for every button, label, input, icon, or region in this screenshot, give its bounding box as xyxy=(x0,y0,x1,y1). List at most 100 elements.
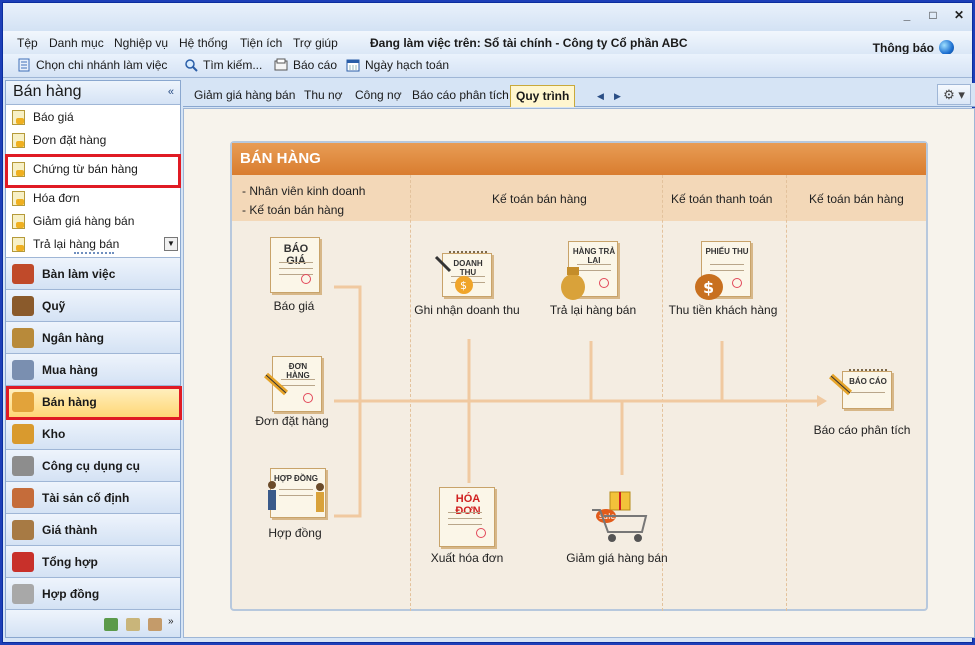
invoice-step-icon[interactable]: HÓA ĐƠN xyxy=(439,487,495,547)
shortcut-icon[interactable] xyxy=(104,618,118,631)
menu-file[interactable]: Tệp xyxy=(17,36,38,50)
shortcut-icon[interactable] xyxy=(126,618,140,631)
collapse-icon[interactable]: « xyxy=(168,86,174,98)
shopping-cart-icon[interactable]: sale xyxy=(588,488,650,546)
app-window: _ □ ✕ Tệp Danh mục Nghiệp vụ Hệ thống Ti… xyxy=(2,2,975,643)
module-desk[interactable]: Bàn làm việc xyxy=(6,257,180,289)
tab-next-icon[interactable]: ▶ xyxy=(614,91,621,102)
doc-line xyxy=(448,524,482,525)
splitter-grip[interactable] xyxy=(74,252,114,256)
sidebar-item-quote[interactable]: Báo giá xyxy=(12,108,74,126)
menu-operations[interactable]: Nghiệp vụ xyxy=(114,36,168,50)
module-sales[interactable]: Bán hàng xyxy=(6,385,182,420)
contract-icon xyxy=(12,583,34,604)
globe-icon[interactable] xyxy=(939,40,954,55)
stamp-icon xyxy=(476,528,486,538)
step-analysis-label[interactable]: Báo cáo phân tích xyxy=(812,423,912,437)
module-cost[interactable]: Giá thành xyxy=(6,513,180,545)
report-label: Báo cáo xyxy=(293,58,338,72)
tab-prev-icon[interactable]: ◀ xyxy=(597,91,604,102)
posting-date-label: Ngày hạch toán xyxy=(365,58,450,72)
menu-help[interactable]: Trợ giúp xyxy=(293,36,338,50)
doc-title: HÓA ĐƠN xyxy=(455,493,481,517)
settings-button[interactable]: ⚙ ▾ xyxy=(937,84,971,105)
tab-discount[interactable]: Giảm giá hàng bán xyxy=(189,85,300,107)
sidebar-item-returns[interactable]: Trả lại hàng bán xyxy=(12,235,119,253)
search-button[interactable]: Tìm kiếm... xyxy=(184,58,262,72)
doc-line xyxy=(279,262,313,263)
sidebar-item-label: Giảm giá hàng bán xyxy=(33,214,135,228)
module-label: Giá thành xyxy=(42,522,98,537)
module-label: Quỹ xyxy=(42,298,66,313)
sidebar-item-order[interactable]: Đơn đặt hàng xyxy=(12,131,106,149)
purchase-icon xyxy=(12,359,34,380)
posting-date-button[interactable]: Ngày hạch toán xyxy=(346,58,449,72)
maximize-icon[interactable]: □ xyxy=(926,8,940,22)
module-bank[interactable]: Ngân hàng xyxy=(6,321,180,353)
module-label: Ngân hàng xyxy=(42,330,104,345)
tab-analysis[interactable]: Báo cáo phân tích xyxy=(407,85,514,107)
menu-bar: Tệp Danh mục Nghiệp vụ Hệ thống Tiện ích… xyxy=(3,31,972,54)
sidebar-item-discount[interactable]: Giảm giá hàng bán xyxy=(12,212,134,230)
sidebar-footer: » xyxy=(6,609,180,637)
minimize-icon[interactable]: _ xyxy=(900,8,914,22)
title-bar: _ □ ✕ xyxy=(3,3,972,31)
process-content: BÁN HÀNG - Nhân viên kinh doanh - Kế toá… xyxy=(183,108,975,638)
close-icon[interactable]: ✕ xyxy=(952,8,966,22)
sidebar-item-invoice[interactable]: Hóa đơn xyxy=(12,189,80,207)
shortcut-icon[interactable] xyxy=(148,618,162,631)
document-icon xyxy=(12,213,25,229)
stamp-icon xyxy=(301,274,311,284)
step-receipt-label[interactable]: Thu tiền khách hàng xyxy=(668,303,778,317)
bank-icon xyxy=(12,327,34,348)
stamp-icon xyxy=(732,278,742,288)
menu-utilities[interactable]: Tiện ích xyxy=(240,36,282,50)
doc-title: HÀNG TRẢ LẠI xyxy=(572,247,616,265)
stamp-icon xyxy=(303,393,313,403)
step-quote-label[interactable]: Báo giá xyxy=(254,299,334,313)
desk-icon xyxy=(12,263,34,284)
module-contract[interactable]: Hợp đồng xyxy=(6,577,180,609)
module-warehouse[interactable]: Kho xyxy=(6,417,180,449)
menu-catalog[interactable]: Danh mục xyxy=(49,36,104,50)
tab-debt-collection[interactable]: Thu nợ xyxy=(299,85,348,107)
quote-step-icon[interactable]: BÁO GIÁ xyxy=(270,237,320,293)
step-discount-label[interactable]: Giảm giá hàng bán xyxy=(562,551,672,565)
toolbar: Chọn chi nhánh làm việc Tìm kiếm... Báo … xyxy=(3,54,972,78)
module-cash[interactable]: Quỹ xyxy=(6,289,180,321)
sidebar-list: Báo giá Đơn đặt hàng Chứng từ bán hàng H… xyxy=(5,105,181,253)
sidebar-item-label: Trả lại hàng bán xyxy=(33,237,120,251)
module-summary[interactable]: Tổng hợp xyxy=(6,545,180,577)
svg-text:$: $ xyxy=(460,279,467,292)
step-invoice-label[interactable]: Xuất hóa đơn xyxy=(412,551,522,565)
scroll-down-icon[interactable]: ▼ xyxy=(164,237,178,251)
tab-process[interactable]: Quy trình xyxy=(510,85,576,107)
sidebar-item-label: Đơn đặt hàng xyxy=(33,133,107,147)
sidebar: Bán hàng « Báo giá Đơn đặt hàng Chứng từ… xyxy=(5,80,182,638)
step-order-label[interactable]: Đơn đặt hàng xyxy=(242,414,342,428)
notification-button[interactable]: Thông báo xyxy=(873,41,934,55)
module-purchase[interactable]: Mua hàng xyxy=(6,353,180,385)
module-label: Kho xyxy=(42,426,66,441)
step-revenue-label[interactable]: Ghi nhận doanh thu xyxy=(412,303,522,317)
cost-icon xyxy=(12,519,34,540)
module-fixed-assets[interactable]: Tài sản cố định xyxy=(6,481,180,513)
chevron-right-icon[interactable]: » xyxy=(168,616,174,627)
sidebar-item-label: Báo giá xyxy=(33,110,74,124)
branch-icon xyxy=(18,58,30,72)
working-on-label: Đang làm việc trên: Sổ tài chính - Công … xyxy=(370,36,688,50)
menu-system[interactable]: Hệ thống xyxy=(179,36,228,50)
document-icon xyxy=(12,190,25,206)
report-icon xyxy=(274,58,288,71)
doc-title: PHIẾU THU xyxy=(705,247,749,256)
branch-button[interactable]: Chọn chi nhánh làm việc xyxy=(17,58,167,72)
step-returns-label[interactable]: Trả lại hàng bán xyxy=(538,303,648,317)
money-bag-icon: $ xyxy=(695,274,723,300)
step-contract-label[interactable]: Hợp đồng xyxy=(250,526,340,540)
search-label: Tìm kiếm... xyxy=(203,58,263,72)
report-button[interactable]: Báo cáo xyxy=(274,58,337,72)
tab-receivables[interactable]: Công nợ xyxy=(350,85,407,107)
module-label: Tài sản cố định xyxy=(42,490,130,505)
sidebar-item-label: Hóa đơn xyxy=(33,191,80,205)
module-tools[interactable]: Công cụ dụng cụ xyxy=(6,449,180,481)
